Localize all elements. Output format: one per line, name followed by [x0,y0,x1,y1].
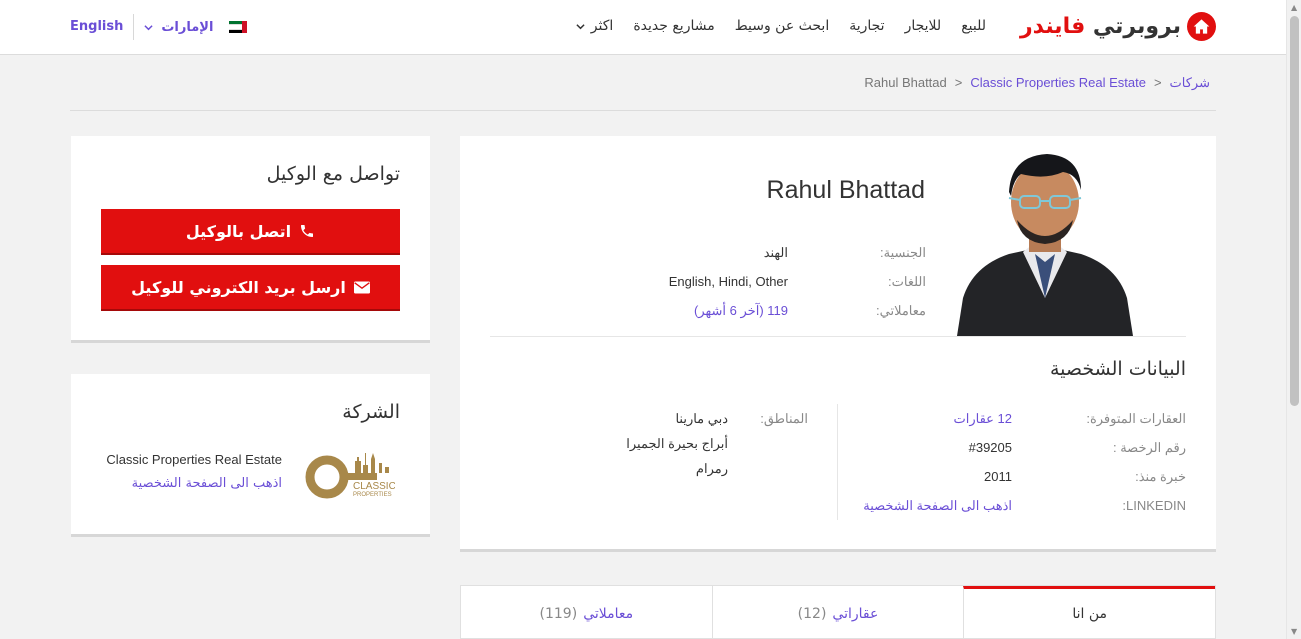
detail-value: #39205 [968,440,1012,455]
tab-label: من انا [1072,605,1107,622]
scrollbar[interactable]: ▲ ▼ [1286,0,1301,639]
main-nav: للبيع للايجار تجارية ابحث عن وسيط مشاريع… [556,18,986,34]
company-logo-subtext: PROPERTIES [353,492,392,498]
nav-item-commercial[interactable]: تجارية [849,18,884,34]
fact-nationality: الجنسية: الهند [669,238,926,267]
personal-details: العقارات المتوفرة: 12 عقارات رقم الرخصة … [863,404,1186,520]
agent-facts: الجنسية: الهند اللغات: English, Hindi, O… [669,238,926,325]
fact-label: اللغات: [888,273,926,289]
fact-transactions: معاملاتي: 119 (آخر 6 أشهر) [669,296,926,325]
scroll-down-arrow-icon[interactable]: ▼ [1291,627,1297,636]
company-card: الشركة CLASSIC PROPERTIES Classic Proper… [71,374,430,537]
profile-tabs: من انا عقاراتي (12) معاملاتي (119) [460,585,1216,639]
nav-more-label: اكثر [590,18,614,34]
linkedin-link[interactable]: اذهب الى الصفحة الشخصية [863,498,1012,514]
breadcrumb-separator: < [954,75,963,90]
properties-link[interactable]: 12 عقارات [953,411,1012,427]
email-agent-button[interactable]: ارسل بريد الكتروني للوكيل [101,265,400,311]
detail-value: 2011 [984,469,1012,484]
locale-selector: English الإمارات [70,14,248,40]
breadcrumb: شركات < Classic Properties Real Estate <… [864,75,1210,91]
phone-icon [301,225,314,237]
divider [490,336,1186,337]
fact-label: الجنسية: [880,244,926,260]
breadcrumb-company[interactable]: Classic Properties Real Estate [970,75,1146,91]
detail-row-experience: خبرة منذ: 2011 [863,462,1186,491]
company-logo-text: CLASSIC [353,481,395,492]
areas-label: المناطق: [760,411,808,426]
fact-value: English, Hindi, Other [668,274,788,289]
breadcrumb-root[interactable]: شركات [1170,75,1210,91]
country-selector[interactable]: الإمارات [144,19,248,35]
detail-label: خبرة منذ: [1135,468,1186,484]
company-title: الشركة [342,401,400,423]
detail-row-linkedin: LINKEDIN: اذهب الى الصفحة الشخصية [863,491,1186,520]
tab-about-me[interactable]: من انا [963,586,1215,638]
scroll-up-arrow-icon[interactable]: ▲ [1291,3,1297,12]
detail-row-properties: العقارات المتوفرة: 12 عقارات [863,404,1186,433]
transactions-link[interactable]: 119 (آخر 6 أشهر) [694,303,788,319]
tab-my-properties[interactable]: عقاراتي (12) [711,586,964,638]
tab-count: (119) [539,606,578,622]
fact-label: معاملاتي: [876,302,926,318]
company-name: Classic Properties Real Estate [106,452,282,467]
chevron-down-icon [144,24,153,30]
nav-item-find-agent[interactable]: ابحث عن وسيط [735,18,830,34]
nav-item-more[interactable]: اكثر [576,18,614,34]
tab-count: (12) [797,606,827,622]
divider [70,110,1216,111]
email-agent-label: ارسل بريد الكتروني للوكيل [131,277,346,297]
scroll-thumb[interactable] [1290,16,1299,406]
logo-part-1: بروبرتي [1092,14,1182,39]
uae-flag-icon [229,21,248,33]
fact-languages: اللغات: English, Hindi, Other [669,267,926,296]
agent-name: Rahul Bhattad [766,176,925,204]
area-item: أبراج بحيرة الجميرا [626,436,728,451]
chevron-down-icon [576,23,585,29]
country-label: الإمارات [161,19,214,35]
area-item: رمرام [695,461,728,476]
envelope-icon [353,281,370,293]
company-profile-link[interactable]: اذهب الى الصفحة الشخصية [132,476,282,491]
detail-label: العقارات المتوفرة: [1086,410,1186,426]
nav-item-rent[interactable]: للايجار [905,18,942,34]
areas-list: دبي مارينا أبراج بحيرة الجميرا رمرام [626,404,728,479]
breadcrumb-separator: < [1153,75,1162,90]
nav-item-sale[interactable]: للبيع [961,18,986,34]
agent-photo [957,148,1133,336]
personal-info-title: البيانات الشخصية [1049,358,1186,380]
top-navigation-bar: بروبرتي فايندر للبيع للايجار تجارية ابحث… [0,0,1286,55]
nav-item-new-projects[interactable]: مشاريع جديدة [633,18,714,34]
house-icon [1187,12,1216,41]
call-agent-label: اتصل بالوكيل [185,221,292,241]
tab-label: عقاراتي [832,606,879,622]
agent-profile-card: Rahul Bhattad الجنسية: الهند اللغات: Eng… [460,136,1216,552]
language-switch[interactable]: English [70,14,135,40]
detail-label: LINKEDIN: [1122,498,1186,513]
breadcrumb-current: Rahul Bhattad [864,75,947,90]
contact-title: تواصل مع الوكيل [266,163,400,185]
area-item: دبي مارينا [675,411,728,426]
detail-label: رقم الرخصة : [1112,439,1186,455]
logo-text: بروبرتي فايندر [1019,14,1182,39]
site-logo[interactable]: بروبرتي فايندر [1020,12,1216,41]
contact-agent-card: تواصل مع الوكيل اتصل بالوكيل ارسل بريد ا… [71,136,430,343]
column-divider [837,404,838,520]
service-areas: المناطق: دبي مارينا أبراج بحيرة الجميرا … [626,404,808,479]
logo-part-2: فايندر [1019,14,1086,39]
fact-value: الهند [763,244,788,260]
tab-my-transactions[interactable]: معاملاتي (119) [461,586,712,638]
tab-label: معاملاتي [583,606,634,622]
company-logo[interactable]: CLASSIC PROPERTIES [303,447,396,501]
call-agent-button[interactable]: اتصل بالوكيل [101,209,400,255]
detail-row-license: رقم الرخصة : #39205 [863,433,1186,462]
